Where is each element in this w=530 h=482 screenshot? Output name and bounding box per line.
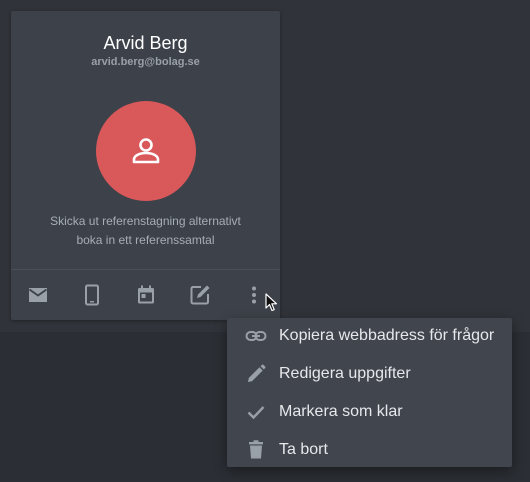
context-menu: Kopiera webbadress för frågor Redigera u… [227, 318, 512, 467]
menu-item-label: Markera som klar [279, 403, 403, 420]
link-icon [245, 331, 267, 341]
email-button[interactable] [26, 283, 50, 307]
menu-item-label: Ta bort [279, 441, 328, 458]
menu-item-delete[interactable]: Ta bort [227, 432, 512, 468]
menu-item-mark-done[interactable]: Markera som klar [227, 394, 512, 430]
pencil-icon [248, 364, 266, 382]
menu-item-copy-url[interactable]: Kopiera webbadress för frågor [227, 318, 512, 354]
description-line-2: boka in ett referenssamtal [76, 233, 215, 247]
description-line-1: Skicka ut referenstagning alternativt [50, 214, 241, 228]
edit-button[interactable] [188, 283, 212, 307]
contact-card: Arvid Berg arvid.berg@bolag.se Skicka ut… [11, 11, 280, 320]
menu-item-label: Kopiera webbadress för frågor [279, 327, 495, 344]
calendar-icon [138, 285, 154, 304]
contact-email: arvid.berg@bolag.se [91, 56, 200, 68]
mail-icon [28, 288, 48, 302]
phone-icon [85, 284, 99, 306]
check-icon [247, 406, 265, 420]
more-options-button[interactable] [242, 283, 266, 307]
more-vert-icon [252, 286, 256, 304]
calendar-button[interactable] [134, 283, 158, 307]
menu-item-label: Redigera uppgifter [279, 365, 411, 382]
edit-note-icon [190, 285, 210, 305]
trash-icon [249, 440, 263, 459]
phone-button[interactable] [80, 283, 104, 307]
avatar [96, 101, 196, 201]
person-icon [132, 138, 160, 164]
menu-item-edit-details[interactable]: Redigera uppgifter [227, 356, 512, 392]
card-divider [11, 269, 280, 270]
mouse-cursor-icon [265, 293, 278, 312]
contact-name: Arvid Berg [103, 33, 188, 53]
